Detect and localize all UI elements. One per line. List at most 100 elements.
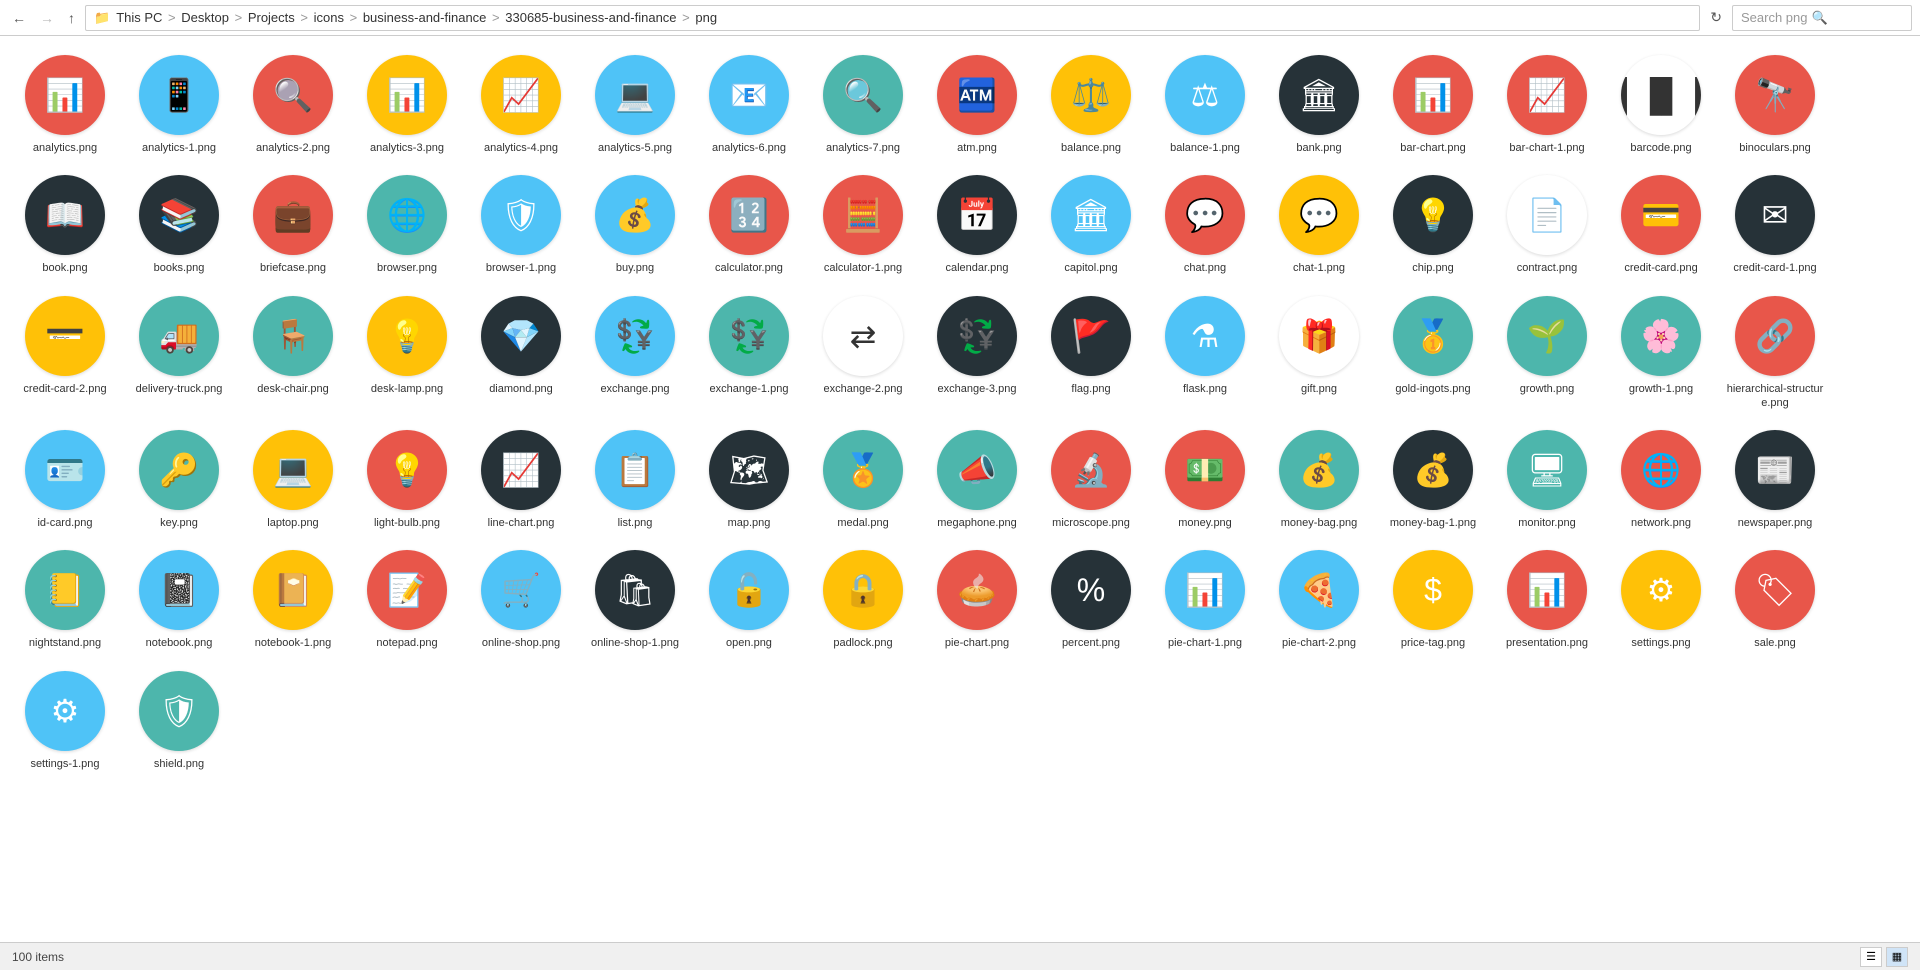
list-item[interactable]: 📓notebook.png: [124, 541, 234, 657]
list-view-button[interactable]: ☰: [1860, 947, 1882, 967]
list-item[interactable]: 🌐browser.png: [352, 166, 462, 282]
file-label: padlock.png: [833, 636, 892, 650]
file-label: desk-lamp.png: [371, 382, 443, 396]
list-item[interactable]: 📚books.png: [124, 166, 234, 282]
list-item[interactable]: 🚩flag.png: [1036, 287, 1146, 418]
list-item[interactable]: 🏛bank.png: [1264, 46, 1374, 162]
search-box[interactable]: Search png 🔍: [1732, 5, 1912, 31]
list-item[interactable]: 🪑desk-chair.png: [238, 287, 348, 418]
file-icon: 💡: [367, 296, 447, 376]
list-item[interactable]: 📔notebook-1.png: [238, 541, 348, 657]
list-item[interactable]: 🚚delivery-truck.png: [124, 287, 234, 418]
list-item[interactable]: 📊presentation.png: [1492, 541, 1602, 657]
list-item[interactable]: 📄contract.png: [1492, 166, 1602, 282]
list-item[interactable]: 💡chip.png: [1378, 166, 1488, 282]
list-item[interactable]: ⚖balance-1.png: [1150, 46, 1260, 162]
file-icon: 🌱: [1507, 296, 1587, 376]
list-item[interactable]: 🔑key.png: [124, 421, 234, 537]
list-item[interactable]: 📧analytics-6.png: [694, 46, 804, 162]
list-item[interactable]: 🖥monitor.png: [1492, 421, 1602, 537]
list-item[interactable]: 🔒padlock.png: [808, 541, 918, 657]
list-item[interactable]: $price-tag.png: [1378, 541, 1488, 657]
list-item[interactable]: 💬chat-1.png: [1264, 166, 1374, 282]
list-item[interactable]: 🌐network.png: [1606, 421, 1716, 537]
list-item[interactable]: 📒nightstand.png: [10, 541, 120, 657]
list-item[interactable]: 🛡shield.png: [124, 662, 234, 778]
forward-button[interactable]: →: [36, 8, 58, 28]
list-item[interactable]: 🌱growth.png: [1492, 287, 1602, 418]
list-item[interactable]: 🥧pie-chart.png: [922, 541, 1032, 657]
file-icon: 🧮: [823, 175, 903, 255]
list-item[interactable]: 📈analytics-4.png: [466, 46, 576, 162]
file-label: exchange-2.png: [824, 382, 903, 396]
file-icon: 🚚: [139, 296, 219, 376]
list-item[interactable]: 💱exchange-1.png: [694, 287, 804, 418]
list-item[interactable]: 💰money-bag.png: [1264, 421, 1374, 537]
list-item[interactable]: 💳credit-card-2.png: [10, 287, 120, 418]
list-item[interactable]: 🏅medal.png: [808, 421, 918, 537]
list-item[interactable]: ⇄exchange-2.png: [808, 287, 918, 418]
breadcrumb[interactable]: 📁 This PC > Desktop > Projects > icons >…: [85, 5, 1700, 31]
list-item[interactable]: 📖book.png: [10, 166, 120, 282]
list-item[interactable]: 🛡browser-1.png: [466, 166, 576, 282]
refresh-button[interactable]: ↻: [1706, 7, 1726, 28]
list-item[interactable]: %percent.png: [1036, 541, 1146, 657]
list-item[interactable]: ⚙settings-1.png: [10, 662, 120, 778]
list-item[interactable]: 💻analytics-5.png: [580, 46, 690, 162]
list-item[interactable]: 🔢calculator.png: [694, 166, 804, 282]
list-item[interactable]: 🔬microscope.png: [1036, 421, 1146, 537]
list-item[interactable]: 📊analytics.png: [10, 46, 120, 162]
list-item[interactable]: ✉credit-card-1.png: [1720, 166, 1830, 282]
list-item[interactable]: ⚙settings.png: [1606, 541, 1716, 657]
list-item[interactable]: 🔍analytics-2.png: [238, 46, 348, 162]
list-item[interactable]: 🛍online-shop-1.png: [580, 541, 690, 657]
list-item[interactable]: ▌▐▌▐barcode.png: [1606, 46, 1716, 162]
list-item[interactable]: 💡 desk-lamp.png: [352, 287, 462, 418]
list-item[interactable]: 🧮calculator-1.png: [808, 166, 918, 282]
list-item[interactable]: 💼briefcase.png: [238, 166, 348, 282]
list-item[interactable]: 💰buy.png: [580, 166, 690, 282]
list-item[interactable]: 📈line-chart.png: [466, 421, 576, 537]
up-button[interactable]: ↑: [64, 8, 79, 28]
back-button[interactable]: ←: [8, 8, 30, 28]
list-item[interactable]: 🔭binoculars.png: [1720, 46, 1830, 162]
list-item[interactable]: ⚖️balance.png: [1036, 46, 1146, 162]
list-item[interactable]: 📋list.png: [580, 421, 690, 537]
list-item[interactable]: 💻laptop.png: [238, 421, 348, 537]
list-item[interactable]: 🏷sale.png: [1720, 541, 1830, 657]
file-icon: 🥇: [1393, 296, 1473, 376]
file-icon: 💳: [25, 296, 105, 376]
list-item[interactable]: 📊bar-chart.png: [1378, 46, 1488, 162]
list-item[interactable]: 🏧atm.png: [922, 46, 1032, 162]
list-item[interactable]: 🍕pie-chart-2.png: [1264, 541, 1374, 657]
list-item[interactable]: 💡light-bulb.png: [352, 421, 462, 537]
list-item[interactable]: 🪪id-card.png: [10, 421, 120, 537]
grid-view-button[interactable]: ▦: [1886, 947, 1908, 967]
list-item[interactable]: 🎁gift.png: [1264, 287, 1374, 418]
list-item[interactable]: 📅calendar.png: [922, 166, 1032, 282]
list-item[interactable]: 🔍analytics-7.png: [808, 46, 918, 162]
list-item[interactable]: 📈bar-chart-1.png: [1492, 46, 1602, 162]
list-item[interactable]: 📊pie-chart-1.png: [1150, 541, 1260, 657]
list-item[interactable]: 🔓open.png: [694, 541, 804, 657]
list-item[interactable]: 📰newspaper.png: [1720, 421, 1830, 537]
list-item[interactable]: 📱analytics-1.png: [124, 46, 234, 162]
list-item[interactable]: 📣megaphone.png: [922, 421, 1032, 537]
list-item[interactable]: 🌸growth-1.png: [1606, 287, 1716, 418]
list-item[interactable]: 🥇gold-ingots.png: [1378, 287, 1488, 418]
list-item[interactable]: ⚗flask.png: [1150, 287, 1260, 418]
list-item[interactable]: 🏛capitol.png: [1036, 166, 1146, 282]
list-item[interactable]: 💵money.png: [1150, 421, 1260, 537]
list-item[interactable]: 💎diamond.png: [466, 287, 576, 418]
list-item[interactable]: 🗺map.png: [694, 421, 804, 537]
list-item[interactable]: 📊analytics-3.png: [352, 46, 462, 162]
list-item[interactable]: 💳credit-card.png: [1606, 166, 1716, 282]
list-item[interactable]: 💰money-bag-1.png: [1378, 421, 1488, 537]
file-label: sale.png: [1754, 636, 1796, 650]
list-item[interactable]: 💱exchange.png: [580, 287, 690, 418]
list-item[interactable]: 🛒online-shop.png: [466, 541, 576, 657]
list-item[interactable]: 💬chat.png: [1150, 166, 1260, 282]
list-item[interactable]: 📝notepad.png: [352, 541, 462, 657]
list-item[interactable]: 💱exchange-3.png: [922, 287, 1032, 418]
list-item[interactable]: 🔗hierarchical-structure.png: [1720, 287, 1830, 418]
